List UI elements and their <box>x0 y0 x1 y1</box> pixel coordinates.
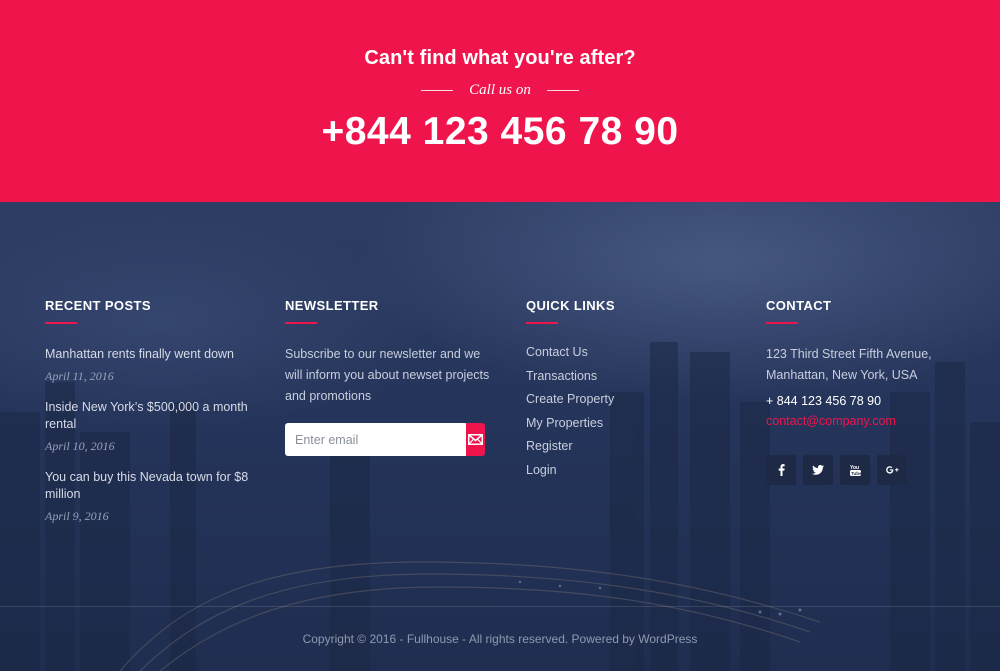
twitter-icon <box>812 465 824 475</box>
cta-subtitle: Call us on <box>469 82 531 98</box>
subtitle-right-rule <box>546 90 579 91</box>
recent-posts-column: RECENT POSTS Manhattan rents finally wen… <box>45 298 250 524</box>
cta-title: Can't find what you're after? <box>364 47 636 69</box>
post-item[interactable]: Inside New York’s $500,000 a month renta… <box>45 399 250 454</box>
site-footer: RECENT POSTS Manhattan rents finally wen… <box>0 202 1000 671</box>
subscribe-button[interactable] <box>466 423 485 456</box>
post-item[interactable]: Manhattan rents finally went down April … <box>45 346 250 384</box>
post-date: April 11, 2016 <box>45 369 114 383</box>
email-input[interactable] <box>285 423 466 456</box>
post-title[interactable]: Manhattan rents finally went down <box>45 346 250 363</box>
quick-links-column: QUICK LINKS Contact Us Transactions Crea… <box>526 298 726 482</box>
title-underline <box>45 322 77 324</box>
link-my-properties[interactable]: My Properties <box>526 412 726 436</box>
contact-phone[interactable]: + 844 123 456 78 90 <box>766 394 986 408</box>
footer-divider <box>0 606 1000 607</box>
post-item[interactable]: You can buy this Nevada town for $8 mill… <box>45 469 250 524</box>
youtube-icon: You Tube <box>849 465 861 476</box>
social-links: You Tube <box>766 455 986 485</box>
link-create-property[interactable]: Create Property <box>526 388 726 412</box>
contact-column: CONTACT 123 Third Street Fifth Avenue, M… <box>766 298 986 485</box>
contact-address: 123 Third Street Fifth Avenue, Manhattan… <box>766 347 932 382</box>
cta-phone-number[interactable]: +844 123 456 78 90 <box>0 110 1000 154</box>
svg-text:Tube: Tube <box>851 471 861 476</box>
recent-posts-title: RECENT POSTS <box>45 298 151 313</box>
link-contact-us[interactable]: Contact Us <box>526 341 726 365</box>
quick-links-title: QUICK LINKS <box>526 298 615 313</box>
call-to-action-banner: Can't find what you're after? Call us on… <box>0 0 1000 202</box>
cta-subtitle-row: Call us on <box>0 82 1000 99</box>
contact-title: CONTACT <box>766 298 832 313</box>
newsletter-form <box>285 423 485 456</box>
envelope-icon <box>468 434 483 445</box>
post-date: April 10, 2016 <box>45 439 115 453</box>
youtube-button[interactable]: You Tube <box>840 455 870 485</box>
newsletter-description: Subscribe to our newsletter and we will … <box>285 347 490 403</box>
link-transactions[interactable]: Transactions <box>526 365 726 389</box>
facebook-icon <box>778 464 785 476</box>
newsletter-title: NEWSLETTER <box>285 298 379 313</box>
post-date: April 9, 2016 <box>45 509 109 523</box>
facebook-button[interactable] <box>766 455 796 485</box>
post-title[interactable]: You can buy this Nevada town for $8 mill… <box>45 469 250 503</box>
subtitle-left-rule <box>421 90 454 91</box>
post-title[interactable]: Inside New York’s $500,000 a month renta… <box>45 399 250 433</box>
title-underline <box>285 322 317 324</box>
link-register[interactable]: Register <box>526 435 726 459</box>
twitter-button[interactable] <box>803 455 833 485</box>
google-plus-icon <box>885 466 898 474</box>
link-login[interactable]: Login <box>526 459 726 483</box>
newsletter-column: NEWSLETTER Subscribe to our newsletter a… <box>285 298 500 456</box>
google-plus-button[interactable] <box>877 455 907 485</box>
contact-email-link[interactable]: contact@company.com <box>766 414 986 428</box>
title-underline <box>526 322 558 324</box>
copyright-text: Copyright © 2016 - Fullhouse - All right… <box>302 632 698 646</box>
quick-links-list: Contact Us Transactions Create Property … <box>526 341 726 482</box>
title-underline <box>766 322 798 324</box>
